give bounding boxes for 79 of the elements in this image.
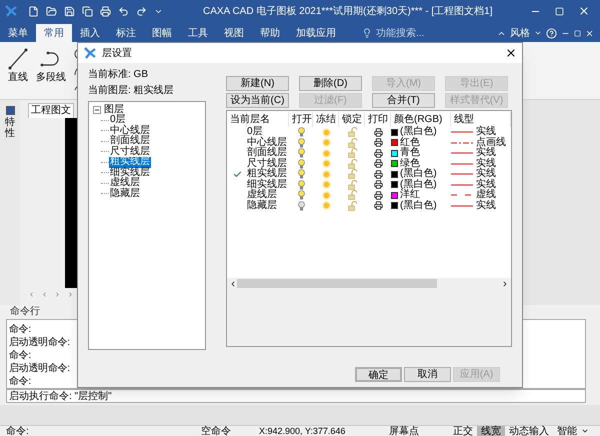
column-header[interactable]: 冻结 — [313, 112, 339, 126]
polyline-tool-button[interactable]: 多段线 — [36, 48, 66, 85]
menu-tab[interactable]: 加载应用 — [288, 24, 344, 42]
command-status: 命令: — [6, 426, 30, 436]
layer-action-button[interactable]: 删除(D) — [299, 76, 362, 91]
command-history-line: 命令: — [9, 323, 31, 336]
dialog-button[interactable]: 取消 — [404, 367, 451, 382]
column-header[interactable]: 打开 — [289, 112, 313, 126]
menu-tab[interactable]: 常用 — [36, 24, 72, 42]
menu-tab[interactable]: 工具 — [180, 24, 216, 42]
tree-item[interactable]: 虚线层 — [109, 178, 141, 188]
layer-name[interactable]: 剖面线层 — [247, 148, 289, 158]
line-tool-button[interactable]: 直线 — [8, 48, 28, 85]
color-name: (黑白色) — [400, 180, 437, 190]
command-history-line: 启动透明命令: — [9, 336, 70, 349]
tree-item[interactable]: 细实线层 — [109, 168, 151, 178]
current-standard: 当前标准: GB — [88, 68, 150, 82]
status-toggle[interactable]: 线宽 — [477, 426, 505, 436]
menu-tab[interactable]: 标注 — [108, 24, 144, 42]
color-name: 青色 — [400, 148, 420, 158]
layer-name[interactable]: 细实线层 — [247, 180, 289, 190]
tree-item[interactable]: 0层 — [109, 115, 127, 126]
menu-tab[interactable]: 图幅 — [144, 24, 180, 42]
tree-root[interactable]: 图层 — [104, 104, 124, 115]
document-tab[interactable]: 工程图文 — [28, 103, 74, 118]
color-name: (黑白色) — [400, 200, 437, 211]
side-panel-tab[interactable]: 特性 — [5, 117, 15, 139]
linetype-name: 实线 — [476, 148, 496, 158]
command-input-field[interactable]: 启动执行命令: "层控制" — [6, 389, 586, 403]
column-header[interactable]: 锁定 — [339, 112, 365, 126]
layer-name[interactable]: 0层 — [247, 127, 289, 138]
coordinates: X:942.900, Y:377.646 — [259, 426, 346, 436]
layer-action-button[interactable]: 合并(T) — [372, 93, 435, 108]
linetype-name: 实线 — [476, 127, 496, 137]
column-header[interactable]: 当前 — [227, 112, 247, 126]
command-history-line: 命令: — [9, 375, 31, 388]
command-state: 空命令 — [201, 426, 232, 436]
color-name: 红色 — [400, 138, 420, 148]
status-toggle[interactable]: 智能 — [553, 426, 581, 436]
column-header[interactable]: 颜色(RGB) — [391, 112, 451, 126]
linetype-name: 实线 — [476, 180, 496, 190]
color-name: 洋红 — [400, 190, 420, 200]
layer-name[interactable]: 中心线层 — [247, 138, 289, 148]
search-field[interactable]: 功能搜索... — [376, 26, 466, 40]
status-toggle[interactable]: 正交 — [449, 426, 477, 436]
window-title: CAXA CAD 电子图板 2021***试用期(还剩30天)*** - [工程图文档1] — [203, 4, 493, 18]
dialog-title: 层设置 — [102, 46, 132, 60]
layer-action-button[interactable]: 新建(N) — [226, 76, 289, 91]
layer-name[interactable]: 虚线层 — [247, 190, 289, 200]
layer-name[interactable]: 粗实线层 — [247, 169, 289, 180]
linetype-name: 实线 — [476, 158, 496, 168]
tree-item[interactable]: 中心线层 — [109, 126, 151, 136]
style-menu[interactable]: 风格 — [510, 26, 530, 40]
dialog-button[interactable]: 确定 — [355, 367, 402, 382]
linetype-name: 实线 — [476, 169, 496, 179]
command-history-line: 启动透明命令: — [9, 362, 70, 375]
color-name: (黑白色) — [400, 169, 437, 179]
color-name: (黑白色) — [400, 127, 437, 137]
tree-item[interactable]: 尺寸线层 — [109, 146, 151, 157]
tree-item[interactable]: 隐藏层 — [109, 188, 141, 199]
menu-tab[interactable]: 菜单 — [0, 24, 36, 42]
menu-tab[interactable]: 插入 — [72, 24, 108, 42]
column-header[interactable]: 打印 — [365, 112, 391, 126]
menu-tab[interactable]: 帮助 — [252, 24, 288, 42]
current-layer: 当前图层: 粗实线层 — [88, 84, 175, 98]
linetype-name: 点画线 — [476, 138, 506, 148]
snap-mode[interactable]: 屏幕点 — [389, 426, 449, 436]
tree-item[interactable]: 剖面线层 — [109, 136, 151, 146]
layer-action-button[interactable]: 设为当前(C) — [226, 93, 289, 108]
command-panel-title: 命令行 — [9, 305, 41, 319]
status-toggle[interactable]: 动态输入 — [505, 426, 553, 436]
color-name: 绿色 — [400, 158, 420, 168]
column-header[interactable]: 线型 — [451, 112, 511, 126]
command-history-line: 命令: — [9, 349, 31, 362]
layer-name[interactable]: 尺寸线层 — [247, 158, 289, 169]
menu-tab[interactable]: 视图 — [216, 24, 252, 42]
linetype-name: 实线 — [476, 200, 496, 211]
linetype-name: 虚线 — [476, 190, 496, 200]
layer-name[interactable]: 隐藏层 — [247, 200, 289, 211]
